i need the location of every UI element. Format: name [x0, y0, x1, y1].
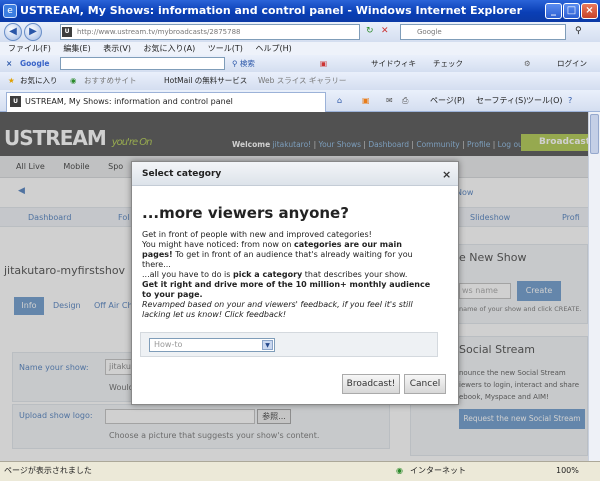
- status-text: ページが表示されました: [4, 466, 92, 475]
- select-category-dialog: Select category × ...more viewers anyone…: [131, 161, 459, 405]
- body-bold: pick a category: [232, 270, 303, 279]
- dialog-heading: ...more viewers anyone?: [142, 204, 349, 222]
- check-button[interactable]: チェック: [433, 55, 463, 72]
- toolbar-close-icon[interactable]: ×: [6, 55, 12, 72]
- suggested-sites-icon: ◉: [70, 76, 77, 85]
- zoom-level[interactable]: 100%: [556, 462, 579, 480]
- maximize-button[interactable]: □: [563, 3, 580, 19]
- fav-item-webslice[interactable]: Web スライス ギャラリー: [258, 72, 346, 90]
- chevron-down-icon: ▼: [262, 340, 273, 350]
- menu-help[interactable]: ヘルプ(H): [255, 44, 291, 53]
- globe-icon: ◉: [396, 466, 403, 475]
- fav-item-suggested[interactable]: おすすめサイト: [84, 72, 137, 90]
- search-icon[interactable]: ⚲: [575, 26, 582, 36]
- body-bold: categories are our main: [294, 240, 402, 249]
- broadcast-button[interactable]: Broadcast!: [342, 374, 400, 394]
- tab-label: USTREAM, My Shows: information and contr…: [25, 97, 233, 106]
- sidewiki-icon: ▣: [320, 59, 328, 68]
- body-line-4: there...: [142, 260, 171, 269]
- body-line-3: pages! To get in front of an audience th…: [142, 250, 448, 260]
- safety-menu[interactable]: セーフティ(S): [476, 90, 526, 112]
- body-text: that describes your show.: [302, 270, 408, 279]
- ie-icon: e: [3, 4, 17, 18]
- body-text: You might have noticed: from now on: [142, 240, 295, 249]
- home-icon[interactable]: ⌂: [337, 90, 342, 112]
- body-text: To get in front of an audience that's al…: [172, 250, 413, 259]
- stop-icon[interactable]: ✕: [381, 26, 389, 36]
- dialog-close-icon[interactable]: ×: [442, 168, 451, 181]
- body-line-7: to your page.: [142, 290, 203, 299]
- category-select-value: How-to: [154, 340, 183, 349]
- forward-icon[interactable]: ▶: [24, 23, 42, 41]
- close-window-button[interactable]: ×: [581, 3, 598, 19]
- dialog-body: Get in front of people with new and impr…: [142, 230, 448, 320]
- google-toolbar: × Google ⚲ 検索 ▣ サイドウィキ チェック ⚙ ログイン: [0, 55, 600, 72]
- address-bar: ◀ ▶ http://www.ustream.tv/mybroadcasts/2…: [0, 22, 600, 42]
- dialog-title: Select category: [132, 162, 458, 186]
- mail-icon[interactable]: ✉: [386, 90, 393, 112]
- category-select[interactable]: How-to ▼: [149, 338, 275, 352]
- site-favicon-icon: U: [62, 27, 72, 37]
- zone-label: インターネット: [410, 466, 466, 475]
- google-search-button[interactable]: ⚲ 検索: [232, 55, 255, 72]
- favorites-bar: ★ お気に入り ◉ おすすめサイト HotMail の無料サービス Web スラ…: [0, 72, 600, 90]
- minimize-button[interactable]: _: [545, 3, 562, 19]
- body-bold: pages!: [142, 250, 173, 259]
- google-search-label: 検索: [239, 59, 255, 68]
- body-line-9: lacking let us know! Click feedback!: [142, 310, 287, 319]
- body-line-5: ...all you have to do is pick a category…: [142, 270, 448, 280]
- browser-tab[interactable]: U USTREAM, My Shows: information and con…: [6, 92, 326, 112]
- menu-edit[interactable]: 編集(E): [63, 44, 90, 53]
- menu-favorites[interactable]: お気に入り(A): [144, 44, 196, 53]
- menu-file[interactable]: ファイル(F): [8, 44, 51, 53]
- menu-view[interactable]: 表示(V): [103, 44, 131, 53]
- cancel-button[interactable]: Cancel: [404, 374, 446, 394]
- sidewiki-button[interactable]: サイドウィキ: [371, 55, 416, 72]
- print-icon[interactable]: ⎙: [402, 90, 408, 112]
- page-menu[interactable]: ページ(P): [430, 90, 465, 112]
- help-icon[interactable]: ?: [568, 90, 572, 112]
- search-icon: ⚲: [232, 59, 240, 68]
- body-line-8: Revamped based on your and viewers' feed…: [142, 300, 413, 309]
- favorites-button[interactable]: お気に入り: [20, 72, 58, 90]
- tab-bar: U USTREAM, My Shows: information and con…: [0, 90, 600, 112]
- menu-bar: ファイル(F) 編集(E) 表示(V) お気に入り(A) ツール(T) ヘルプ(…: [0, 42, 600, 55]
- feeds-icon[interactable]: ▣: [362, 90, 370, 112]
- url-field[interactable]: http://www.ustream.tv/mybroadcasts/28757…: [60, 24, 360, 40]
- login-button[interactable]: ログイン: [557, 55, 587, 72]
- body-line-2: You might have noticed: from now on cate…: [142, 240, 448, 250]
- refresh-icon[interactable]: ↻: [366, 26, 374, 36]
- back-icon[interactable]: ◀: [4, 23, 22, 41]
- vertical-scrollbar[interactable]: [588, 112, 600, 461]
- fav-item-hotmail[interactable]: HotMail の無料サービス: [164, 72, 247, 90]
- search-box[interactable]: Google: [400, 24, 566, 40]
- menu-tools[interactable]: ツール(T): [208, 44, 243, 53]
- tab-favicon-icon: U: [10, 96, 21, 107]
- wrench-icon[interactable]: ⚙: [524, 55, 531, 72]
- status-bar: ページが表示されました ◉ インターネット 100%: [0, 461, 600, 481]
- body-text: ...all you have to do is: [142, 270, 233, 279]
- page-content: USTREAM you're On Welcome jitakutaro! | Y…: [0, 112, 588, 461]
- star-icon: ★: [8, 76, 15, 85]
- tools-menu[interactable]: ツール(O): [526, 90, 563, 112]
- google-logo: Google: [20, 59, 50, 68]
- google-search-field[interactable]: [60, 57, 225, 70]
- body-line-6: Get it right and drive more of the 10 mi…: [142, 280, 431, 289]
- category-select-box: How-to ▼: [140, 332, 438, 357]
- window-title: USTREAM, My Shows: information and contr…: [0, 0, 600, 22]
- scrollbar-thumb[interactable]: [590, 114, 599, 154]
- intro-text: Get in front of people with new and impr…: [142, 230, 372, 239]
